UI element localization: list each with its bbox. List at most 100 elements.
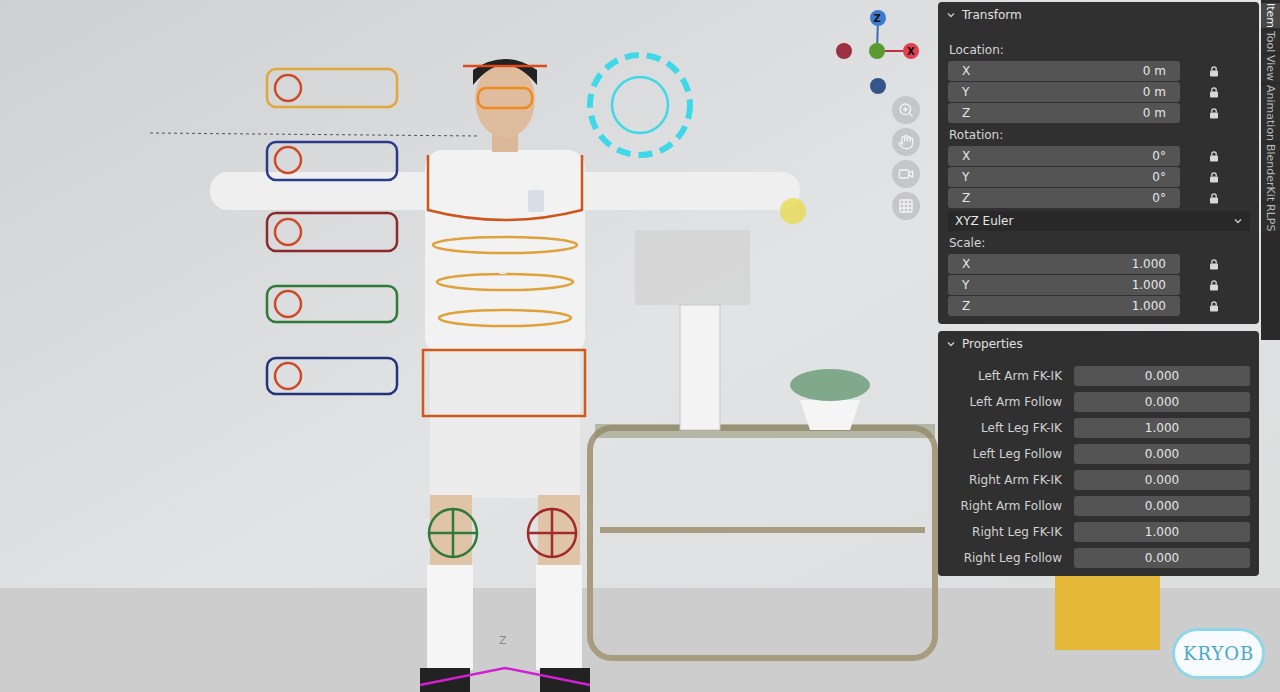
number-field[interactable]: Z 1.000	[948, 296, 1180, 316]
field-row: X0 m	[948, 61, 1249, 81]
number-field[interactable]: X0 m	[948, 61, 1180, 81]
zoom-icon	[898, 102, 914, 118]
group-label: Scale:	[948, 232, 1249, 254]
sidebar-tabs: Item Tool View Animation BlenderKit RLPS	[1261, 0, 1280, 340]
sidebar-tab[interactable]: Animation	[1261, 85, 1280, 141]
field-axis: Y	[962, 276, 969, 294]
field-value: 0°	[1152, 147, 1166, 165]
lock-icon[interactable]	[1208, 150, 1220, 162]
property-label: Right Leg Follow	[938, 549, 1062, 567]
nav-button[interactable]	[892, 128, 920, 156]
viewport-navigation	[892, 96, 920, 220]
property-field[interactable]: 0.000	[1074, 444, 1250, 464]
plant	[790, 369, 870, 430]
chevron-down-icon	[946, 339, 956, 349]
field-row: X 1.000	[948, 254, 1249, 274]
field-axis: Y	[962, 83, 969, 101]
property-field[interactable]: 0.000	[1074, 366, 1250, 386]
svg-text:Z: Z	[499, 634, 507, 647]
property-label: Right Leg FK-IK	[938, 523, 1062, 541]
field-row: Y 0 m	[948, 82, 1249, 102]
nav-button[interactable]	[892, 96, 920, 124]
lock-icon[interactable]	[1208, 258, 1220, 270]
number-field[interactable]: X0°	[948, 146, 1180, 166]
lock-icon[interactable]	[1208, 107, 1220, 119]
lock-icon[interactable]	[1208, 300, 1220, 312]
property-label: Left Arm FK-IK	[938, 367, 1062, 385]
field-axis: Y	[962, 168, 969, 186]
property-field[interactable]: 0.000	[1074, 496, 1250, 516]
chevron-down-icon	[946, 10, 956, 20]
number-field[interactable]: X 1.000	[948, 254, 1180, 274]
field-axis: Z	[962, 104, 970, 122]
number-field[interactable]: Y 1.000	[948, 275, 1180, 295]
lock-icon[interactable]	[1208, 192, 1220, 204]
blender-window: ZZZXTransformLocation:X0 mY0 mZ0 mRotati…	[0, 0, 1280, 692]
field-value: 0 m	[1143, 104, 1166, 122]
field-row: Z 0°	[948, 188, 1249, 208]
chevron-down-icon	[1233, 216, 1243, 226]
field-value: 1.000	[1132, 297, 1166, 315]
group-label: Location:	[948, 39, 1249, 61]
svg-text:Z: Z	[499, 264, 507, 277]
property-row: Right Arm FK-IK 0.000	[938, 470, 1250, 490]
field-value: 0 m	[1143, 62, 1166, 80]
transform-panel: TransformLocation:X0 mY0 mZ0 mRotation:X…	[938, 2, 1259, 324]
field-row: Y 1.000	[948, 275, 1249, 295]
field-row: Y 0°	[948, 167, 1249, 187]
property-label: Right Arm Follow	[938, 497, 1062, 515]
property-field[interactable]: 0.000	[1074, 548, 1250, 568]
sidebar-tab[interactable]: Item	[1261, 3, 1280, 28]
sidebar-tab[interactable]: View	[1261, 55, 1280, 81]
property-row: Left Leg FK-IK 1.000	[938, 418, 1250, 438]
lock-icon[interactable]	[1208, 279, 1220, 291]
property-field[interactable]: 1.000	[1074, 418, 1250, 438]
grid-icon	[898, 198, 914, 214]
watermark: KRYOB	[1172, 628, 1265, 679]
sidebar-tab[interactable]: Tool	[1261, 31, 1280, 52]
number-field[interactable]: Y 0 m	[948, 82, 1180, 102]
property-row: Right Arm Follow 0.000	[938, 496, 1250, 516]
sidebar-tab[interactable]: RLPS	[1261, 204, 1280, 231]
field-value: 0 m	[1143, 83, 1166, 101]
field-axis: X	[962, 255, 970, 273]
panel-header[interactable]: Transform	[938, 2, 1259, 27]
property-row: Left Arm Follow0.000	[938, 392, 1250, 412]
sidebar-tab[interactable]: BlenderKit	[1261, 144, 1280, 201]
number-field[interactable]: Z 0°	[948, 188, 1180, 208]
number-field[interactable]: Y 0°	[948, 167, 1180, 187]
panel-header[interactable]: Properties	[938, 331, 1259, 356]
property-row: Left Leg Follow 0.000	[938, 444, 1250, 464]
field-axis: Z	[962, 189, 970, 207]
field-axis: Z	[962, 297, 970, 315]
lock-icon[interactable]	[1208, 65, 1220, 77]
property-label: Right Arm FK-IK	[938, 471, 1062, 489]
property-field[interactable]: 0.000	[1074, 470, 1250, 490]
lock-icon[interactable]	[1208, 171, 1220, 183]
properties-panel: PropertiesLeft Arm FK-IK0.000Left Arm Fo…	[938, 331, 1259, 576]
property-label: Left Leg Follow	[938, 445, 1062, 463]
transform-group: Location:X0 m Y 0 m Z 0 m	[948, 39, 1249, 123]
svg-text:Z: Z	[874, 13, 881, 24]
camera-icon	[898, 166, 914, 182]
field-value: 0°	[1152, 189, 1166, 207]
sidebar: TransformLocation:X0 mY0 mZ0 mRotation:X…	[938, 2, 1259, 576]
transform-group: Scale:X 1.000 Y 1.000 Z 1.000	[948, 232, 1249, 316]
field-row: X0°	[948, 146, 1249, 166]
nav-button[interactable]	[892, 160, 920, 188]
field-row: Z 0 m	[948, 103, 1249, 123]
property-row: Right Leg FK-IK 1.000	[938, 522, 1250, 542]
field-value: 1.000	[1132, 276, 1166, 294]
property-field[interactable]: 1.000	[1074, 522, 1250, 542]
nav-button[interactable]	[892, 192, 920, 220]
property-label: Left Leg FK-IK	[938, 419, 1062, 437]
navigation-gizmo: ZX	[836, 10, 919, 94]
number-field[interactable]: Z 0 m	[948, 103, 1180, 123]
field-value: 1.000	[1132, 255, 1166, 273]
rotation-mode-dropdown[interactable]: XYZ Euler	[948, 211, 1250, 231]
hand-icon	[898, 134, 914, 150]
field-value: 0°	[1152, 168, 1166, 186]
lock-icon[interactable]	[1208, 86, 1220, 98]
property-field[interactable]: 0.000	[1074, 392, 1250, 412]
character	[210, 59, 800, 692]
